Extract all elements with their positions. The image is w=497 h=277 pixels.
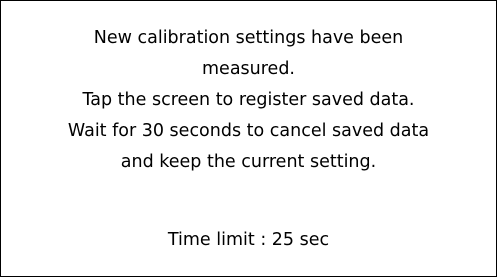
message-line: New calibration settings have been <box>93 28 404 48</box>
calibration-confirm-screen[interactable]: New calibration settings have been measu… <box>0 0 497 277</box>
calibration-message: New calibration settings have been measu… <box>9 23 488 178</box>
message-line: and keep the current setting. <box>120 152 377 172</box>
message-line: Wait for 30 seconds to cancel saved data <box>67 121 430 141</box>
time-limit-label: Time limit : 25 sec <box>167 230 330 250</box>
message-line: measured. <box>202 59 295 79</box>
message-line: Tap the screen to register saved data. <box>82 90 415 110</box>
